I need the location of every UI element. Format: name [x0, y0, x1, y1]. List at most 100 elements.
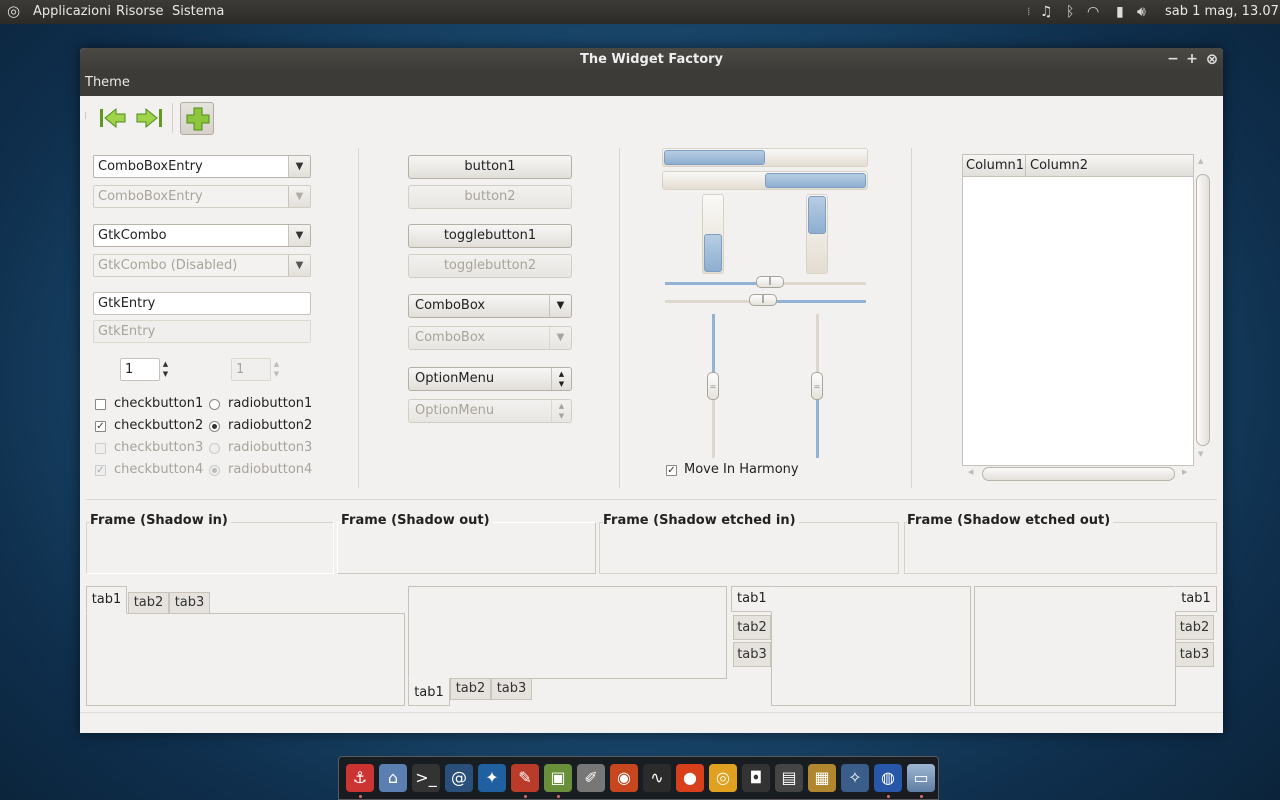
add-icon: [186, 107, 210, 131]
checkbutton-1-label[interactable]: checkbutton1: [114, 396, 203, 411]
gtkentry-1[interactable]: GtkEntry: [93, 292, 311, 315]
scroll-left-icon[interactable]: ◀: [968, 468, 973, 476]
title-bar[interactable]: The Widget Factory − + ⊗: [80, 48, 1223, 72]
speaker-icon[interactable]: ◘: [742, 764, 770, 792]
vscale-2[interactable]: =: [811, 314, 823, 458]
close-button[interactable]: ⊗: [1205, 52, 1219, 67]
frame-shadow-in-title: Frame (Shadow in): [90, 513, 231, 528]
spin-arrows-icon[interactable]: ▲ ▼: [160, 359, 171, 380]
checkbutton-2-label[interactable]: checkbutton2: [114, 418, 203, 433]
hscale-2[interactable]: ‖: [665, 294, 866, 306]
notebook-top-tab1[interactable]: tab1: [86, 586, 127, 614]
logo-icon[interactable]: ◎: [7, 3, 20, 19]
maximize-button[interactable]: +: [1185, 52, 1199, 66]
scale-knob[interactable]: =: [811, 372, 823, 400]
scroll-right-icon[interactable]: ▶: [1182, 468, 1187, 476]
window-icon[interactable]: ▭: [907, 764, 935, 792]
notebook-left-tab2[interactable]: tab2: [733, 615, 771, 640]
scroll-up-icon[interactable]: ▲: [1198, 157, 1203, 165]
progressbar-vertical-1-fill: [704, 234, 722, 272]
scale-knob[interactable]: =: [707, 372, 719, 400]
vertical-scrollbar[interactable]: ▲ ▼: [1196, 154, 1210, 464]
menu-applicazioni[interactable]: Applicazioni: [33, 4, 111, 19]
frame-shadow-in: [86, 522, 334, 574]
chevron-down-icon[interactable]: ▼: [288, 225, 310, 246]
go-last-icon[interactable]: [135, 106, 163, 130]
notebook-left-tab3[interactable]: tab3: [733, 642, 771, 667]
battery-icon[interactable]: ▮: [1116, 4, 1124, 20]
system-monitor-icon[interactable]: ∿: [643, 764, 671, 792]
menu-sistema[interactable]: Sistema: [172, 4, 224, 19]
menu-risorse[interactable]: Risorse: [116, 4, 164, 19]
menu-theme[interactable]: Theme: [85, 75, 130, 90]
go-first-icon[interactable]: [99, 106, 127, 130]
button1[interactable]: button1: [408, 155, 572, 179]
notebook-right-tab2[interactable]: tab2: [1175, 615, 1214, 640]
radiobutton-2-circle[interactable]: [209, 421, 220, 432]
clock[interactable]: sab 1 mag, 13.07: [1165, 4, 1279, 19]
network-icon[interactable]: ✦: [478, 764, 506, 792]
firefox-icon[interactable]: ●: [676, 764, 704, 792]
combobox-1[interactable]: ComboBox ▼: [408, 294, 572, 318]
column2-header[interactable]: Column2: [1027, 155, 1193, 176]
horizontal-scrollbar[interactable]: ◀ ▶: [962, 466, 1194, 482]
spinbutton-1[interactable]: 1 ▲ ▼: [120, 358, 168, 381]
notebook-bottom-pane: [408, 586, 727, 679]
togglebutton1[interactable]: togglebutton1: [408, 224, 572, 248]
game-icon[interactable]: ◉: [610, 764, 638, 792]
volume-icon[interactable]: 🔊︎: [1137, 4, 1146, 20]
harmony-label[interactable]: Move In Harmony: [684, 462, 799, 477]
vscale-1[interactable]: =: [707, 314, 719, 458]
bluetooth-icon[interactable]: ᛒ: [1066, 4, 1074, 20]
notebook-right-tab3[interactable]: tab3: [1175, 642, 1214, 667]
video-editor-icon[interactable]: ▤: [775, 764, 803, 792]
column1-header[interactable]: Column1: [963, 155, 1026, 176]
radiobutton-4-label: radiobutton4: [228, 462, 313, 477]
notes-icon[interactable]: ✐: [577, 764, 605, 792]
harmony-checkbox[interactable]: ✓: [666, 465, 677, 476]
radiobutton-2-label[interactable]: radiobutton2: [228, 418, 312, 433]
checkbutton-2-box[interactable]: ✓: [95, 421, 106, 432]
text-editor-icon[interactable]: ✎: [511, 764, 539, 792]
optionmenu-1[interactable]: OptionMenu ▲ ▼: [408, 367, 572, 391]
email-icon[interactable]: @: [445, 764, 473, 792]
home-folder-icon[interactable]: ⌂: [379, 764, 407, 792]
checkbutton-4-label: checkbutton4: [114, 462, 204, 477]
ubuntu-one-icon[interactable]: ◎: [709, 764, 737, 792]
checkbutton-1-box[interactable]: [95, 399, 106, 410]
notebook-bottom-tab2[interactable]: tab2: [450, 678, 491, 700]
notebook-top-tab2[interactable]: tab2: [128, 592, 169, 614]
updown-arrows-icon: ▲ ▼: [551, 400, 571, 422]
notebook-left-tab1[interactable]: tab1: [731, 586, 772, 612]
gtkentry-2-disabled: GtkEntry: [93, 320, 311, 343]
wifi-icon[interactable]: ◠: [1087, 4, 1099, 20]
notebook-bottom-tab3[interactable]: tab3: [491, 678, 532, 700]
music-icon[interactable]: ♫: [1040, 4, 1053, 20]
chevron-down-icon: ▼: [549, 327, 571, 349]
scale-knob[interactable]: ‖: [749, 294, 777, 306]
compass-icon[interactable]: ✧: [841, 764, 869, 792]
scale-knob[interactable]: ‖: [756, 276, 784, 288]
checkbutton-3-box: [95, 443, 106, 454]
treeview[interactable]: Column1 Column2: [962, 154, 1194, 466]
add-button[interactable]: [180, 102, 214, 135]
radiobutton-1-circle[interactable]: [209, 399, 220, 410]
radiobutton-1-label[interactable]: radiobutton1: [228, 396, 312, 411]
chevron-down-icon[interactable]: ▼: [288, 156, 310, 177]
comboboxentry-1[interactable]: ComboBoxEntry ▼: [93, 155, 311, 178]
toolbar-separator: [172, 103, 173, 133]
anchor-icon[interactable]: ⚓: [346, 764, 374, 792]
scroll-down-icon[interactable]: ▼: [1198, 450, 1203, 458]
notebook-top-tab3[interactable]: tab3: [169, 592, 210, 614]
horizontal-scrollbar-thumb[interactable]: [982, 467, 1175, 481]
notebook-bottom-tab1[interactable]: tab1: [408, 678, 450, 706]
image-viewer-icon[interactable]: ▣: [544, 764, 572, 792]
archive-icon[interactable]: ▦: [808, 764, 836, 792]
notebook-right-tab1[interactable]: tab1: [1175, 586, 1217, 612]
hscale-1[interactable]: ‖: [665, 276, 866, 288]
terminal-icon[interactable]: >_: [412, 764, 440, 792]
vertical-scrollbar-thumb[interactable]: [1196, 174, 1210, 446]
web-browser-icon[interactable]: ◍: [874, 764, 902, 792]
minimize-button[interactable]: −: [1166, 52, 1180, 66]
gtkcombo-1[interactable]: GtkCombo ▼: [93, 224, 311, 247]
